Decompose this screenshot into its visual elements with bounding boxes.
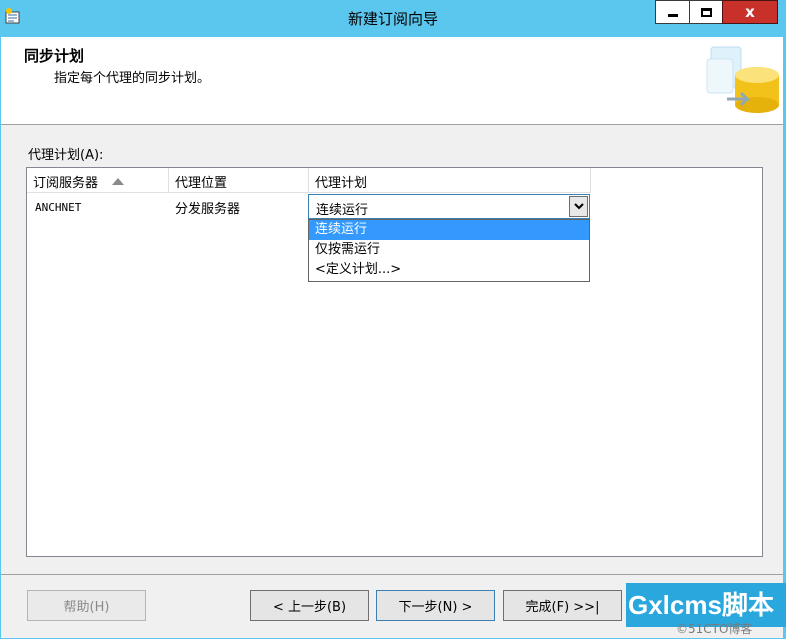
next-button[interactable]: 下一步(N) > <box>376 590 495 621</box>
title-bar: 新建订阅向导 x <box>0 0 786 36</box>
schedule-combobox[interactable]: 连续运行 <box>308 194 590 219</box>
close-button[interactable]: x <box>722 0 778 24</box>
finish-button[interactable]: 完成(F) >>| <box>503 590 622 621</box>
column-header-label: 代理计划 <box>315 176 368 191</box>
maximize-icon <box>700 7 712 17</box>
watermark-caption: ©51CTO博客 <box>676 622 753 636</box>
page-subtitle: 指定每个代理的同步计划。 <box>54 71 211 86</box>
minimize-button[interactable] <box>655 0 689 24</box>
column-header-schedule[interactable]: 代理计划 <box>309 168 591 193</box>
column-header-subscriber[interactable]: 订阅服务器 <box>27 168 169 193</box>
button-bar-divider <box>1 574 783 575</box>
sort-ascending-icon <box>112 178 125 185</box>
database-wizard-icon <box>706 46 779 113</box>
column-header-label: 代理位置 <box>175 176 228 191</box>
close-icon: x <box>745 2 755 21</box>
agent-schedule-label: 代理计划(A): <box>28 148 104 163</box>
page-title: 同步计划 <box>24 47 85 65</box>
back-button[interactable]: < 上一步(B) <box>250 590 369 621</box>
combobox-toggle[interactable] <box>569 196 588 217</box>
minimize-icon <box>667 14 678 17</box>
chevron-down-icon <box>573 203 584 210</box>
dropdown-option-define-schedule[interactable]: <定义计划...> <box>309 260 589 280</box>
column-header-label: 订阅服务器 <box>33 176 99 191</box>
help-button[interactable]: 帮助(H) <box>27 590 146 621</box>
schedule-dropdown-list: 连续运行 仅按需运行 <定义计划...> <box>308 219 590 282</box>
schedule-combobox-value: 连续运行 <box>316 203 369 218</box>
agent-schedule-grid: 订阅服务器 代理位置 代理计划 ANCHNET 分发服务器 连续运行 连续运行 … <box>26 167 763 557</box>
wizard-window: 同步计划 指定每个代理的同步计划。 代理计划(A): 订阅服务器 代理位置 代理… <box>0 36 784 639</box>
column-header-location[interactable]: 代理位置 <box>169 168 309 193</box>
cell-location[interactable]: 分发服务器 <box>175 198 240 217</box>
cell-subscriber[interactable]: ANCHNET <box>35 201 81 214</box>
wizard-header: 同步计划 指定每个代理的同步计划。 <box>1 37 783 125</box>
dropdown-option-on-demand[interactable]: 仅按需运行 <box>309 240 589 260</box>
maximize-button[interactable] <box>689 0 723 24</box>
dropdown-option-continuous[interactable]: 连续运行 <box>309 220 589 240</box>
